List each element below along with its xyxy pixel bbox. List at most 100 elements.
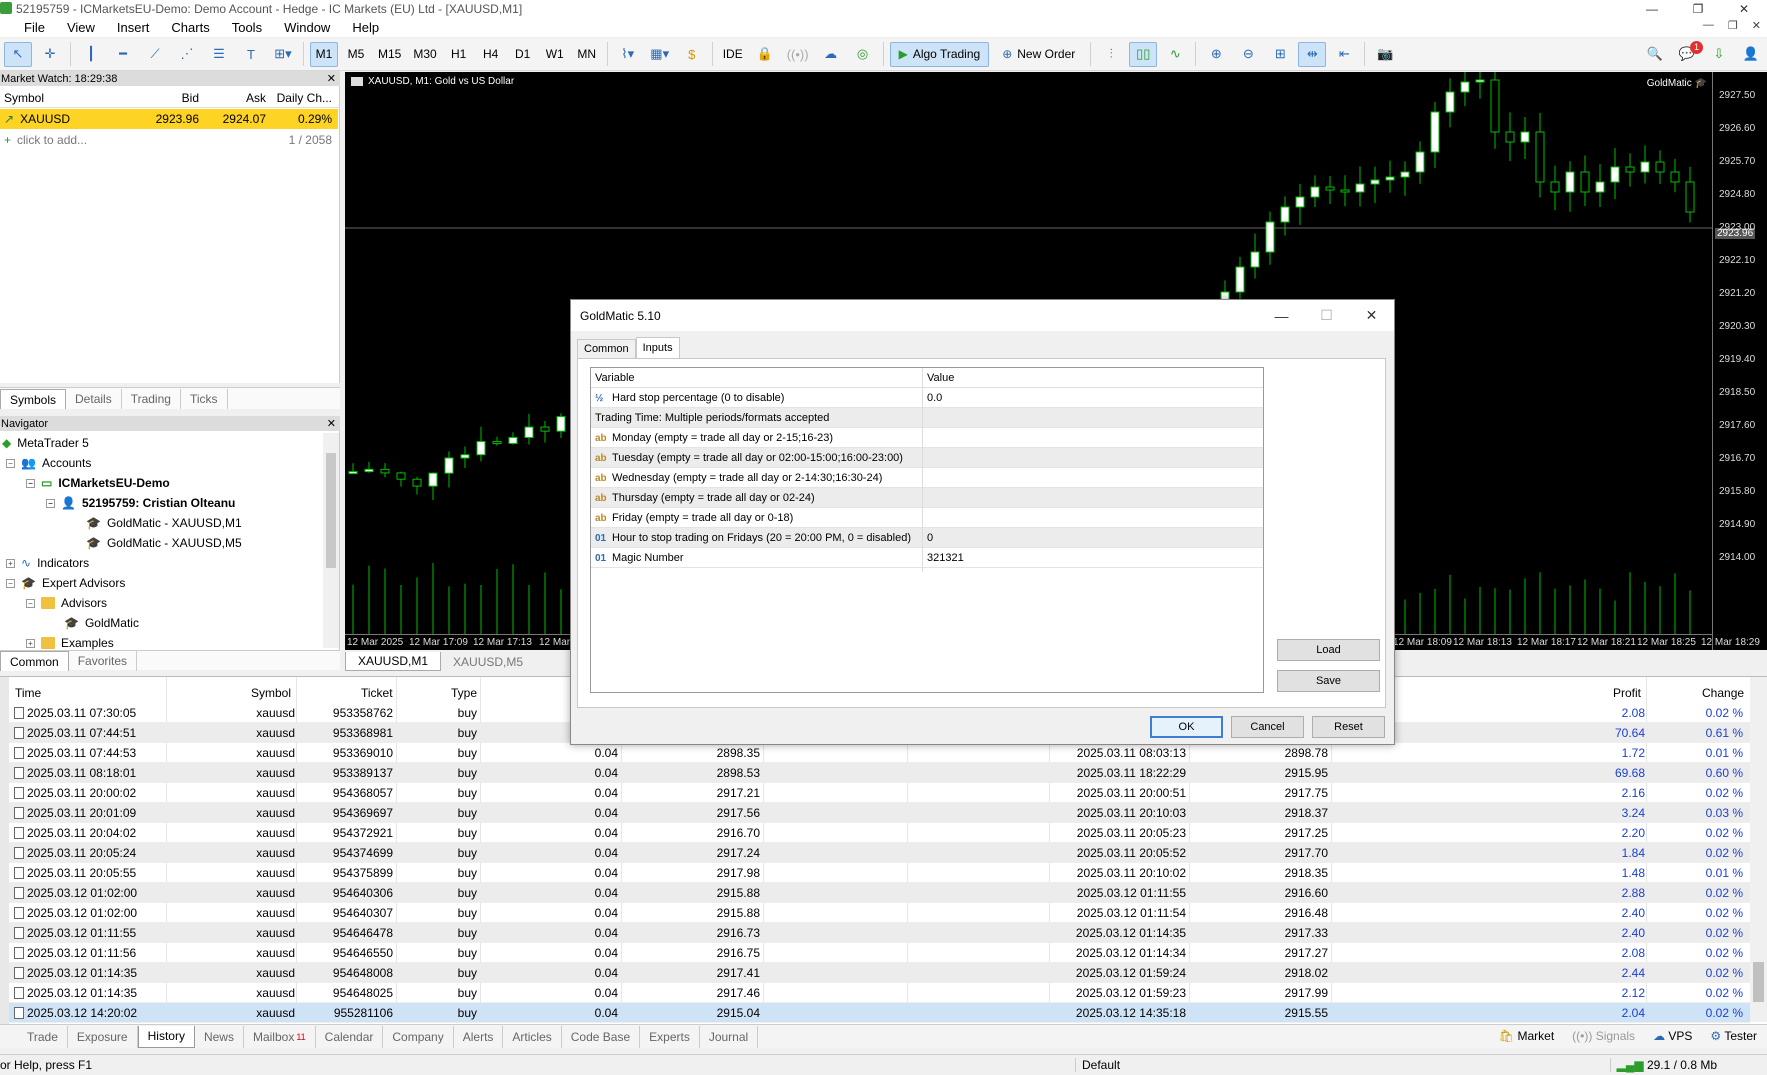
vertical-line-icon[interactable]: ┃ [77, 42, 105, 67]
cancel-button[interactable]: Cancel [1231, 716, 1304, 738]
input-row[interactable]: ½ Hard stop percentage (0 to disable) 0.0 [591, 388, 1263, 408]
menu-file[interactable]: File [0, 20, 56, 35]
table-row[interactable]: 2025.03.12 01:11:56 xauusd 954646550 buy 0.0… [9, 943, 1750, 963]
channel-icon[interactable]: ☰ [205, 42, 233, 67]
tab-symbols[interactable]: Symbols [0, 389, 67, 409]
input-row[interactable]: Trading Time: Multiple periods/formats a… [591, 408, 1263, 428]
chart-tab-m1[interactable]: XAUUSD,M1 [345, 652, 442, 671]
scroll-thumb[interactable] [1753, 962, 1764, 1002]
screenshot-icon[interactable]: 📷 [1371, 42, 1399, 67]
tab-alerts[interactable]: Alerts [454, 1025, 504, 1048]
mdi-minimize-icon[interactable]: — [1703, 19, 1714, 32]
col-time[interactable]: Time [15, 686, 41, 700]
algo-trading-button[interactable]: ▶ Algo Trading [889, 41, 990, 67]
mdi-restore-icon[interactable]: ❐ [1728, 19, 1738, 32]
timeframe-h1[interactable]: H1 [445, 42, 473, 67]
collapse-icon[interactable]: − [26, 598, 35, 608]
table-row[interactable]: 2025.03.12 01:14:35 xauusd 954648025 buy 0.0… [9, 983, 1750, 1003]
table-row[interactable]: 2025.03.12 01:11:55 xauusd 954646478 buy 0.0… [9, 923, 1750, 943]
table-row[interactable]: 2025.03.12 01:14:35 xauusd 954648008 buy 0.0… [9, 963, 1750, 983]
account-icon[interactable]: ⇩ [1705, 42, 1733, 67]
trend-line-icon[interactable]: ⟋ [141, 42, 169, 67]
nav-expert-advisors[interactable]: − 🎓 Expert Advisors [6, 573, 125, 593]
input-row[interactable]: 01 Hour to stop trading on Fridays (20 = … [591, 528, 1263, 548]
nav-icmarkets-demo[interactable]: − ▭ ICMarketsEU-Demo [26, 473, 170, 493]
menu-view[interactable]: View [56, 20, 106, 35]
timeframe-m5[interactable]: M5 [342, 42, 370, 67]
signal-icon[interactable]: ((•)) [783, 42, 813, 67]
dialog-close-icon[interactable]: ✕ [1349, 300, 1394, 331]
chart-shift-icon[interactable]: ⇤ [1330, 42, 1358, 67]
collapse-icon[interactable]: − [6, 578, 15, 588]
dialog-tab-inputs[interactable]: Inputs [635, 337, 680, 359]
nav-goldmatic-m5[interactable]: 🎓 GoldMatic - XAUUSD,M5 [86, 533, 242, 553]
tab-articles[interactable]: Articles [503, 1025, 562, 1048]
nav-advisors-folder[interactable]: − Advisors [26, 593, 107, 613]
depth-of-market-icon[interactable]: ⫶ [1097, 42, 1125, 67]
candlesticks-icon[interactable]: ▯▯ [1129, 41, 1158, 67]
ok-button[interactable]: OK [1150, 716, 1223, 738]
market-watch-close-icon[interactable]: ✕ [327, 72, 336, 85]
input-row[interactable]: ab Tuesday (empty = trade all day or 02:0… [591, 448, 1263, 468]
input-row[interactable]: ab Friday (empty = trade all day or 0-18) [591, 508, 1263, 528]
tab-trade[interactable]: Trade [18, 1025, 68, 1048]
text-icon[interactable]: T [237, 42, 265, 67]
price-axis[interactable]: 2923.96 2927.50 2926.60 2925.70 2924.80 2923… [1712, 72, 1767, 650]
market-watch-row-xauusd[interactable]: ↗ XAUUSD 2923.96 2924.07 0.29% [0, 109, 338, 129]
history-scrollbar[interactable] [1750, 677, 1767, 1022]
chart-tab-m5[interactable]: XAUUSD,M5 [441, 652, 535, 671]
auto-scroll-icon[interactable]: ⇹ [1298, 41, 1327, 67]
tab-favorites[interactable]: Favorites [69, 651, 138, 671]
expand-icon[interactable]: + [26, 638, 35, 648]
cursor-icon[interactable]: ↖ [4, 41, 32, 67]
timeframe-d1[interactable]: D1 [509, 42, 537, 67]
mdi-close-icon[interactable]: ✕ [1752, 19, 1761, 32]
table-row[interactable]: 2025.03.11 20:00:02 xauusd 954368057 buy 0.0… [9, 783, 1750, 803]
menu-insert[interactable]: Insert [106, 20, 161, 35]
load-button[interactable]: Load [1277, 639, 1380, 661]
timeframe-h4[interactable]: H4 [477, 42, 505, 67]
timeframe-m1[interactable]: M1 [310, 41, 338, 67]
notifications-icon[interactable]: 💬 1 [1673, 40, 1703, 67]
zoom-out-icon[interactable]: ⊖ [1234, 42, 1262, 67]
collapse-icon[interactable]: − [6, 458, 15, 468]
tab-news[interactable]: News [195, 1025, 244, 1048]
timeframe-m15[interactable]: M15 [374, 42, 405, 67]
nav-account-52195759[interactable]: − 👤 52195759: Cristian Olteanu [46, 493, 235, 513]
horizontal-line-icon[interactable]: ━ [109, 42, 137, 67]
ea-label[interactable]: GoldMatic 🎓 [1647, 78, 1707, 89]
tab-calendar[interactable]: Calendar [316, 1025, 384, 1048]
col-daily-change[interactable]: Daily Ch... [266, 91, 336, 105]
nav-metatrader5[interactable]: ◆ MetaTrader 5 [2, 433, 89, 453]
table-row[interactable]: 2025.03.11 20:05:55 xauusd 954375899 buy 0.0… [9, 863, 1750, 883]
market-link[interactable]: 🛍 Market [1499, 1029, 1554, 1043]
col-type[interactable]: Type [451, 686, 477, 700]
collapse-icon[interactable]: − [26, 478, 35, 488]
table-row[interactable]: 2025.03.11 07:44:53 xauusd 953369010 buy 0.0… [9, 743, 1750, 763]
input-value[interactable]: 0.0 [927, 392, 942, 404]
chart-menu-icon[interactable] [351, 77, 363, 86]
tab-experts[interactable]: Experts [640, 1025, 700, 1048]
save-button[interactable]: Save [1277, 670, 1380, 692]
scroll-thumb[interactable] [326, 453, 336, 568]
col-change[interactable]: Change [1702, 686, 1744, 700]
templates-icon[interactable]: ▦▾ [646, 42, 674, 67]
tab-journal[interactable]: Journal [700, 1025, 759, 1048]
table-row[interactable]: 2025.03.12 01:02:00 xauusd 954640307 buy 0.0… [9, 903, 1750, 923]
nav-indicators[interactable]: + ∿ Indicators [6, 553, 89, 573]
tab-trading[interactable]: Trading [122, 389, 181, 409]
zoom-in-icon[interactable]: ⊕ [1202, 42, 1230, 67]
expand-icon[interactable]: + [6, 558, 15, 568]
input-row[interactable]: ab Monday (empty = trade all day or 2-15;… [591, 428, 1263, 448]
search-icon[interactable]: 🔍 [1641, 42, 1669, 67]
new-order-button[interactable]: ⊕ New Order [993, 42, 1084, 67]
dollar-icon[interactable]: $ [678, 42, 706, 67]
input-row[interactable]: ab Thursday (empty = trade all day or 02-… [591, 488, 1263, 508]
restore-icon[interactable]: ❐ [1675, 0, 1721, 17]
input-row[interactable]: ab Wednesday (empty = trade all day or 2-… [591, 468, 1263, 488]
click-to-add-row[interactable]: + click to add... 1 / 2058 [0, 130, 338, 150]
col-variable[interactable]: Variable [595, 372, 635, 384]
dialog-maximize-icon[interactable]: ☐ [1304, 300, 1349, 331]
tab-details[interactable]: Details [66, 389, 122, 409]
table-row[interactable]: 2025.03.11 20:01:09 xauusd 954369697 buy 0.0… [9, 803, 1750, 823]
